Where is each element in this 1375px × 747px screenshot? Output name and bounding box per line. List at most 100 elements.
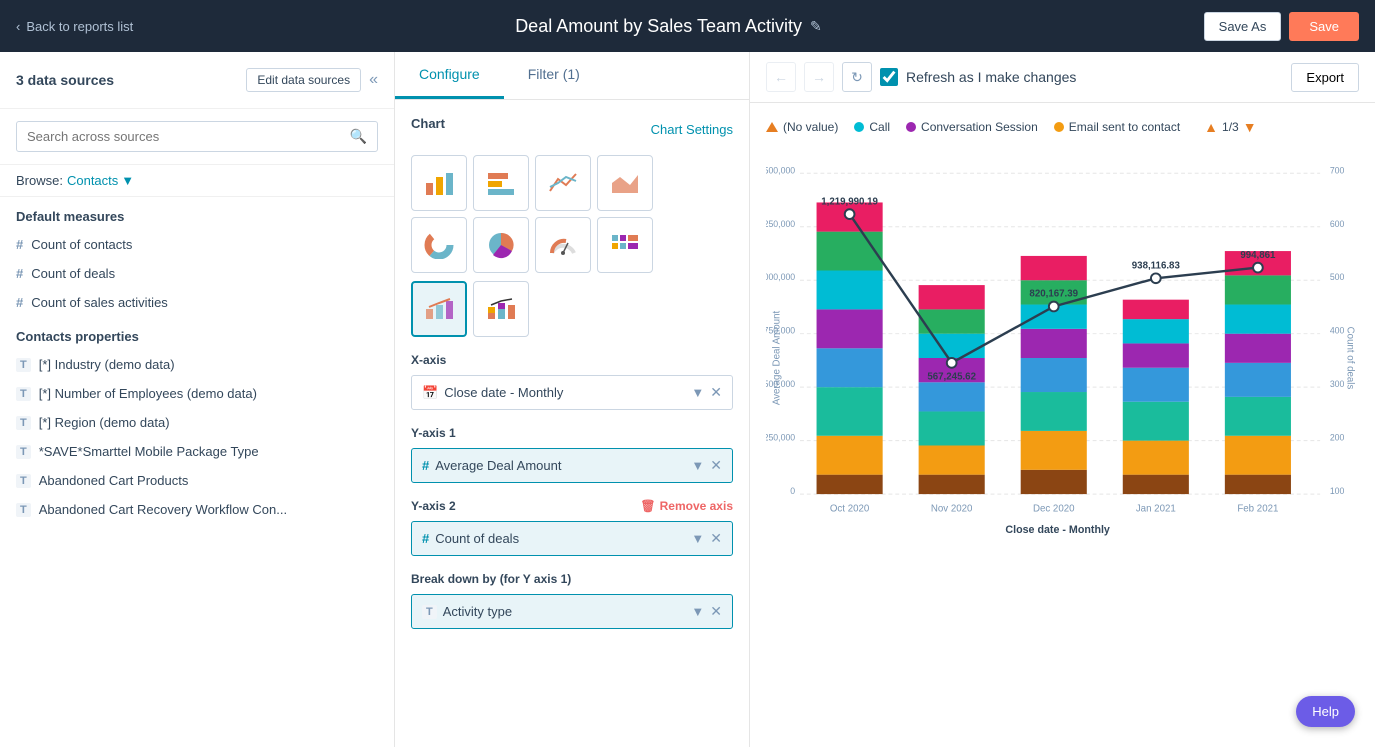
chart-type-stacked-combo[interactable]: [473, 281, 529, 337]
back-button[interactable]: ‹ Back to reports list: [16, 19, 133, 34]
chart-type-donut[interactable]: [411, 217, 467, 273]
measure-count-contacts[interactable]: # Count of contacts: [0, 230, 394, 259]
line-dot-jan: [1151, 273, 1161, 283]
triangle-down-icon: ▼: [1243, 119, 1257, 135]
type-icon: T: [16, 503, 31, 517]
property-label: Abandoned Cart Products: [39, 473, 189, 488]
value-label-feb: 994,861: [1240, 250, 1276, 261]
breakdown-section: Break down by (for Y axis 1) T Activity …: [411, 572, 733, 629]
property-label: Abandoned Cart Recovery Workflow Con...: [39, 502, 287, 517]
xaxis-section: X-axis 📅 Close date - Monthly ▼ ✕: [411, 353, 733, 410]
save-button[interactable]: Save: [1289, 12, 1359, 41]
x-label-dec: Dec 2020: [1033, 504, 1075, 515]
hash-icon: #: [422, 531, 429, 546]
back-arrow-icon: ‹: [16, 19, 20, 34]
line-dot-nov: [947, 358, 957, 368]
chart-container: Average Deal Amount Count of deals 0 250…: [766, 143, 1359, 573]
svg-text:750,000: 750,000: [766, 326, 795, 336]
calendar-icon: 📅: [422, 385, 438, 401]
property-label: [*] Region (demo data): [39, 415, 170, 430]
pagination-controls: ▲ 1/3 ▼: [1204, 119, 1256, 135]
refresh-button[interactable]: ↻: [842, 62, 872, 92]
legend-conversation: Conversation Session: [906, 120, 1038, 134]
chart-type-line[interactable]: [535, 155, 591, 211]
measure-count-deals[interactable]: # Count of deals: [0, 259, 394, 288]
chart-type-table[interactable]: [597, 217, 653, 273]
svg-text:1,500,000: 1,500,000: [766, 165, 795, 175]
yaxis2-section: Y-axis 2 🗑 Remove axis # Count of deals …: [411, 499, 733, 556]
contacts-properties-title: Contacts properties: [0, 317, 394, 350]
svg-text:300: 300: [1330, 379, 1345, 389]
tab-configure[interactable]: Configure: [395, 52, 504, 99]
chart-settings-link[interactable]: Chart Settings: [651, 122, 733, 137]
xaxis-dropdown[interactable]: 📅 Close date - Monthly ▼ ✕: [411, 375, 733, 410]
chart-type-hbar[interactable]: [473, 155, 529, 211]
line-dot-feb: [1253, 263, 1263, 273]
breakdown-dropdown[interactable]: T Activity type ▼ ✕: [411, 594, 733, 629]
trash-icon: 🗑: [640, 499, 655, 513]
help-button[interactable]: Help: [1296, 696, 1355, 727]
bar-nov-bottom: [919, 475, 985, 494]
value-label-jan: 938,116.83: [1132, 261, 1181, 272]
svg-text:1,250,000: 1,250,000: [766, 219, 795, 229]
property-region[interactable]: T [*] Region (demo data): [0, 408, 394, 437]
bar-feb-teal: [1225, 397, 1291, 436]
chart-type-combo[interactable]: [411, 281, 467, 337]
chart-section-title: Chart: [411, 116, 445, 131]
value-label-oct: 1,219,990.19: [821, 196, 878, 207]
property-employees[interactable]: T [*] Number of Employees (demo data): [0, 379, 394, 408]
close-icon[interactable]: ✕: [710, 530, 722, 547]
right-panel: ← → ↻ Refresh as I make changes Export (…: [750, 52, 1375, 747]
save-as-button[interactable]: Save As: [1204, 12, 1282, 41]
type-icon: T: [16, 358, 31, 372]
default-measures-title: Default measures: [0, 197, 394, 230]
redo-button[interactable]: →: [804, 62, 834, 92]
property-mobile-package[interactable]: T *SAVE*Smarttel Mobile Package Type: [0, 437, 394, 466]
close-icon[interactable]: ✕: [710, 457, 722, 474]
line-dot-oct: [845, 209, 855, 219]
chart-type-grid: [411, 155, 733, 273]
property-label: *SAVE*Smarttel Mobile Package Type: [39, 444, 259, 459]
search-input[interactable]: [27, 129, 350, 144]
property-industry[interactable]: T [*] Industry (demo data): [0, 350, 394, 379]
yaxis2-dropdown[interactable]: # Count of deals ▼ ✕: [411, 521, 733, 556]
bar-feb-green: [1225, 275, 1291, 304]
yaxis1-dropdown[interactable]: # Average Deal Amount ▼ ✕: [411, 448, 733, 483]
bar-oct-bottom: [817, 475, 883, 494]
data-sources-count: 3 data sources: [16, 72, 114, 88]
svg-text:Average Deal Amount: Average Deal Amount: [772, 311, 783, 406]
edit-data-sources-button[interactable]: Edit data sources: [246, 68, 361, 92]
undo-button[interactable]: ←: [766, 62, 796, 92]
svg-text:500,000: 500,000: [766, 379, 795, 389]
xaxis-label: X-axis: [411, 353, 733, 367]
chart-type-pie[interactable]: [473, 217, 529, 273]
browse-contacts-dropdown[interactable]: Contacts ▼: [67, 173, 134, 188]
property-abandoned-cart[interactable]: T Abandoned Cart Products: [0, 466, 394, 495]
type-icon: T: [16, 445, 31, 459]
header: ‹ Back to reports list Deal Amount by Sa…: [0, 0, 1375, 52]
hash-icon: #: [16, 266, 23, 281]
remove-axis-button[interactable]: 🗑 Remove axis: [640, 499, 733, 513]
edit-title-icon[interactable]: ✎: [810, 18, 822, 35]
measure-count-sales-activities[interactable]: # Count of sales activities: [0, 288, 394, 317]
property-abandoned-cart-recovery[interactable]: T Abandoned Cart Recovery Workflow Con..…: [0, 495, 394, 524]
export-button[interactable]: Export: [1291, 63, 1359, 92]
hash-icon: #: [422, 458, 429, 473]
tab-filter[interactable]: Filter (1): [504, 52, 604, 99]
close-icon[interactable]: ✕: [710, 603, 722, 620]
chart-type-area[interactable]: [597, 155, 653, 211]
chart-section: Chart Chart Settings: [395, 100, 749, 645]
bar-jan-orange: [1123, 441, 1189, 475]
collapse-sidebar-button[interactable]: «: [369, 71, 378, 89]
chart-legend: (No value) Call Conversation Session Ema…: [766, 119, 1359, 135]
bar-nov-orange: [919, 445, 985, 474]
close-icon[interactable]: ✕: [710, 384, 722, 401]
chart-type-bar[interactable]: [411, 155, 467, 211]
chart-type-gauge[interactable]: [535, 217, 591, 273]
tabs-bar: Configure Filter (1): [395, 52, 749, 100]
legend-dot-icon: [854, 122, 864, 132]
bar-dec-pink: [1021, 256, 1087, 280]
chevron-down-icon: ▼: [691, 385, 704, 400]
bar-dec-purple: [1021, 329, 1087, 358]
refresh-checkbox[interactable]: [880, 68, 898, 86]
